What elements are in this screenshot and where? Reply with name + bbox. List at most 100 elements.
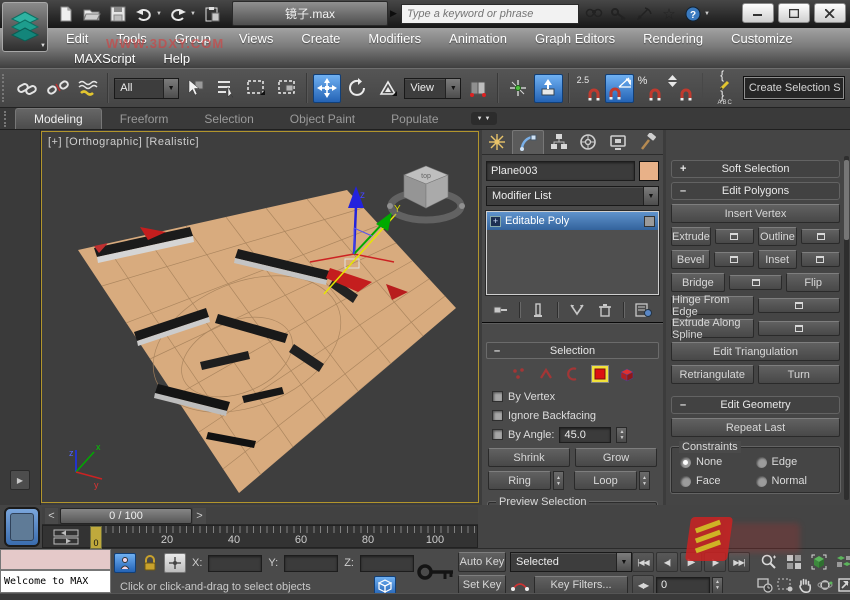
- menu-animation[interactable]: Animation: [435, 31, 521, 46]
- edit-named-selection-sets-icon[interactable]: {}ABC: [708, 74, 741, 103]
- remove-modifier-icon[interactable]: [597, 302, 613, 318]
- communication-center-icon[interactable]: [633, 3, 655, 25]
- select-and-move-button[interactable]: [313, 74, 341, 103]
- edit-triangulation-button[interactable]: Edit Triangulation: [671, 342, 840, 361]
- by-angle-field[interactable]: 45.0: [559, 427, 611, 443]
- hinge-from-edge-button[interactable]: Hinge From Edge: [671, 296, 754, 315]
- tab-selection[interactable]: Selection: [186, 109, 271, 129]
- stack-onoff-icon[interactable]: [644, 216, 655, 227]
- ribbon-grip[interactable]: [4, 111, 9, 127]
- z-coordinate-input[interactable]: [360, 555, 414, 572]
- search-icon[interactable]: [583, 3, 605, 25]
- selection-filter-dropdown[interactable]: All ▼: [114, 78, 179, 99]
- open-file-icon[interactable]: [82, 4, 102, 24]
- time-configuration-icon[interactable]: [756, 575, 774, 595]
- spinner-snap-toggle-icon[interactable]: [666, 74, 694, 103]
- tab-freeform[interactable]: Freeform: [102, 109, 187, 129]
- timeline-ruler[interactable]: 20 40 60 80 100: [99, 526, 477, 549]
- go-to-end-button[interactable]: ▶▶|: [728, 552, 750, 572]
- maximize-viewport-toggle-icon[interactable]: [836, 575, 850, 595]
- modifier-stack[interactable]: + Editable Poly: [486, 211, 659, 295]
- bridge-settings-button[interactable]: [729, 275, 783, 290]
- tab-hierarchy-icon[interactable]: [544, 130, 574, 154]
- x-coordinate-input[interactable]: [208, 555, 262, 572]
- application-menu-button[interactable]: ▼: [2, 2, 48, 52]
- select-and-link-icon[interactable]: [13, 74, 41, 103]
- project-toolbar-icon[interactable]: [202, 4, 222, 24]
- previous-frame-slider-button[interactable]: <: [45, 508, 58, 524]
- zoom-icon[interactable]: [758, 552, 780, 572]
- key-mode-toggle-button[interactable]: ◀▶: [632, 575, 654, 595]
- constraint-face-radio[interactable]: [680, 476, 691, 487]
- maxscript-listener-pink[interactable]: [0, 549, 111, 570]
- open-mini-curve-editor-icon[interactable]: [53, 529, 79, 545]
- viewport-layout-tab-button[interactable]: [4, 507, 40, 547]
- menu-create[interactable]: Create: [287, 31, 354, 46]
- track-bar[interactable]: 20 40 60 80 100 0: [42, 525, 478, 548]
- edge-subobject-icon[interactable]: [537, 365, 555, 383]
- bridge-button[interactable]: Bridge: [671, 273, 725, 292]
- selection-lock-toggle-icon[interactable]: [142, 554, 158, 572]
- percent-snap-toggle-icon[interactable]: %: [636, 74, 664, 103]
- menu-modifiers[interactable]: Modifiers: [354, 31, 435, 46]
- selection-region-icon[interactable]: [776, 575, 794, 595]
- ignore-backfacing-checkbox[interactable]: [492, 410, 503, 421]
- maximize-button[interactable]: [778, 3, 810, 23]
- pan-hand-icon[interactable]: [796, 575, 814, 595]
- extrude-spline-settings-button[interactable]: [758, 321, 841, 336]
- select-and-rotate-icon[interactable]: [343, 74, 371, 103]
- loop-spinner[interactable]: ▲▼: [639, 471, 650, 490]
- stack-item-editable-poly[interactable]: + Editable Poly: [487, 212, 658, 230]
- go-to-start-button[interactable]: |◀◀: [632, 552, 654, 572]
- save-file-icon[interactable]: [108, 4, 128, 24]
- help-icon[interactable]: ?: [683, 3, 705, 25]
- extrude-along-spline-button[interactable]: Extrude Along Spline: [671, 319, 754, 338]
- auto-key-button[interactable]: Auto Key: [458, 552, 506, 572]
- stack-expand-icon[interactable]: +: [490, 216, 501, 227]
- tab-utilities-icon[interactable]: [633, 130, 663, 154]
- y-coordinate-input[interactable]: [284, 555, 338, 572]
- turn-button[interactable]: Turn: [758, 365, 841, 384]
- menu-rendering[interactable]: Rendering: [629, 31, 717, 46]
- by-vertex-checkbox[interactable]: [492, 391, 503, 402]
- viewport[interactable]: [+] [Orthographic] [Realistic]: [41, 131, 479, 503]
- rectangular-selection-region-icon[interactable]: [242, 74, 270, 103]
- soft-selection-rollout[interactable]: + Soft Selection: [671, 160, 840, 178]
- inset-settings-button[interactable]: [801, 252, 840, 267]
- set-key-button[interactable]: Set Key: [458, 575, 506, 595]
- minimize-button[interactable]: [742, 3, 774, 23]
- menu-graph-editors[interactable]: Graph Editors: [521, 31, 629, 46]
- element-subobject-icon[interactable]: [618, 365, 636, 383]
- select-and-scale-icon[interactable]: [374, 74, 402, 103]
- orbit-icon[interactable]: [816, 575, 834, 595]
- constraint-normal-radio[interactable]: [756, 476, 767, 487]
- polygon-subobject-button[interactable]: [591, 365, 609, 383]
- flip-button[interactable]: Flip: [786, 273, 840, 292]
- menu-help[interactable]: Help: [149, 51, 204, 66]
- help-dropdown-icon[interactable]: ▼: [704, 11, 710, 17]
- undo-icon[interactable]: [134, 4, 154, 24]
- new-scene-icon[interactable]: [56, 4, 76, 24]
- pin-stack-icon[interactable]: [492, 302, 508, 318]
- absolute-mode-transform-icon[interactable]: [164, 553, 186, 573]
- border-subobject-icon[interactable]: [564, 365, 582, 383]
- constraint-none-radio[interactable]: [680, 457, 691, 468]
- panel-scrollbar[interactable]: [844, 156, 849, 500]
- object-color-swatch[interactable]: [639, 161, 659, 181]
- by-angle-spinner[interactable]: ▲▼: [616, 427, 627, 443]
- expand-panel-button[interactable]: ▶: [10, 470, 30, 490]
- make-unique-icon[interactable]: [568, 302, 586, 318]
- object-name-field[interactable]: Plane003: [486, 161, 635, 181]
- tab-modify-icon[interactable]: [512, 130, 544, 154]
- window-crossing-icon[interactable]: [273, 74, 301, 103]
- favorites-star-icon[interactable]: ☆: [658, 3, 680, 25]
- search-input[interactable]: [401, 4, 579, 24]
- edit-polygons-rollout[interactable]: – Edit Polygons: [671, 182, 840, 200]
- snaps-toggle-25-icon[interactable]: 2.5: [575, 74, 603, 103]
- use-pivot-point-center-icon[interactable]: [463, 74, 491, 103]
- menu-edit[interactable]: Edit: [52, 31, 102, 46]
- redo-icon[interactable]: [168, 4, 188, 24]
- outline-button[interactable]: Outline: [758, 227, 797, 246]
- zoom-all-icon[interactable]: [783, 552, 805, 572]
- frame-spinner[interactable]: ▲▼: [712, 577, 723, 594]
